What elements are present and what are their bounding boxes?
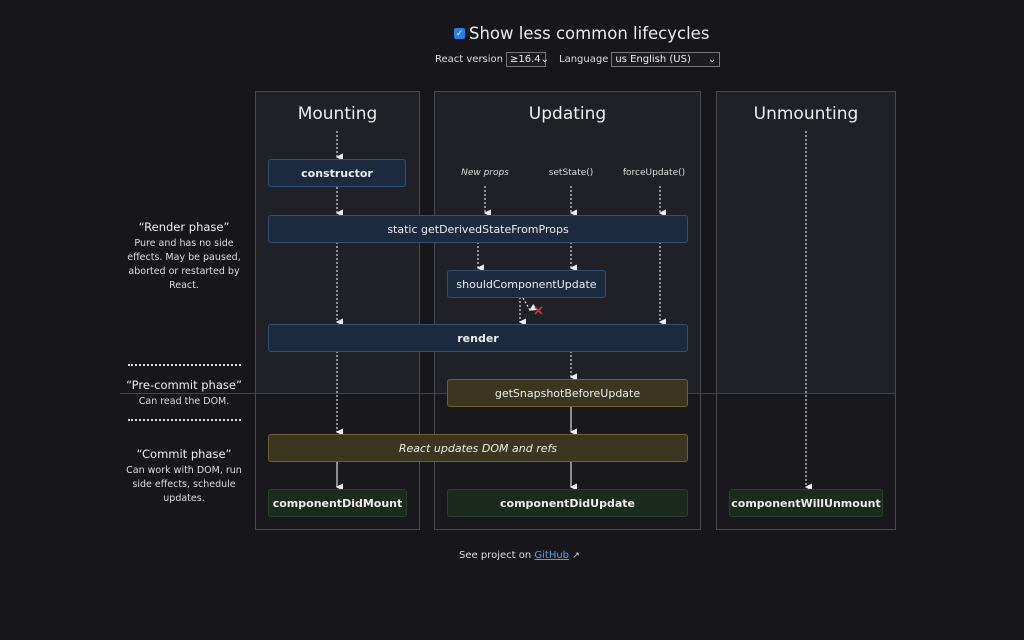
external-link-icon: ↗ (572, 551, 580, 561)
footer: See project on GitHub ↗ (459, 550, 580, 561)
dom-update-box: React updates DOM and refs (268, 434, 688, 462)
component-did-mount-box[interactable]: componentDidMount (268, 489, 407, 517)
get-derived-state-box[interactable]: static getDerivedStateFromProps (268, 215, 688, 243)
footer-text: See project on (459, 550, 532, 561)
should-component-update-box[interactable]: shouldComponentUpdate (447, 270, 606, 298)
component-will-unmount-box[interactable]: componentWillUnmount (729, 489, 883, 517)
cancel-x-icon (534, 306, 543, 315)
get-snapshot-box[interactable]: getSnapshotBeforeUpdate (447, 379, 688, 407)
constructor-box[interactable]: constructor (268, 159, 406, 187)
github-link[interactable]: GitHub (534, 550, 569, 561)
flow-arrows (335, 131, 812, 491)
arrow (522, 297, 537, 311)
render-box[interactable]: render (268, 324, 688, 352)
trigger-new-props: New props (461, 168, 509, 178)
trigger-force-update: forceUpdate() (622, 168, 686, 178)
component-did-update-box[interactable]: componentDidUpdate (447, 489, 688, 517)
